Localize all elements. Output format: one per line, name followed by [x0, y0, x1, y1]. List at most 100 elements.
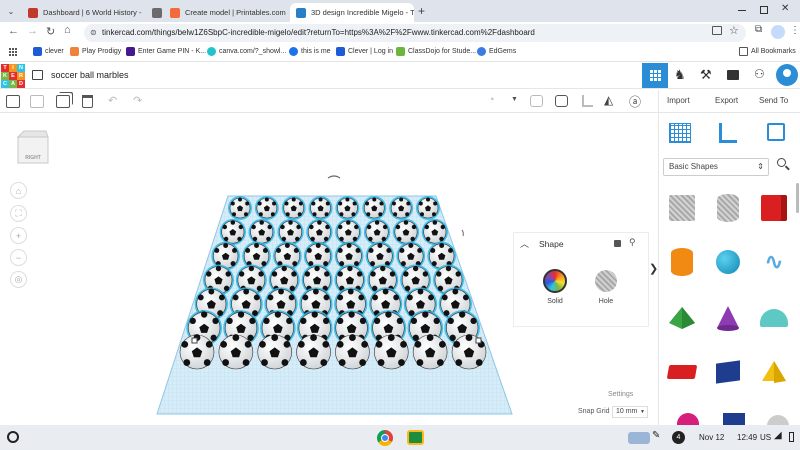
bookmark-play-prodigy[interactable]: Play Prodigy [70, 47, 121, 56]
bookmark-edgems[interactable]: EdGems [477, 47, 516, 56]
bookmark-star-icon[interactable]: ☆ [729, 24, 739, 37]
library-scrollbar[interactable] [796, 183, 799, 213]
bookmark-classdojo[interactable]: ClassDojo for Stude... [396, 47, 476, 56]
solid-color-button[interactable] [543, 269, 567, 293]
home-icon[interactable]: ⌂ [64, 24, 71, 36]
shape-round-roof[interactable] [755, 299, 793, 337]
sim-lab-icon[interactable]: ♞ [674, 67, 686, 83]
soccer-ball[interactable] [306, 218, 333, 246]
stylus-icon[interactable]: ✎ [652, 430, 660, 441]
soccer-ball[interactable] [335, 218, 362, 246]
shape-box[interactable] [755, 189, 793, 227]
battery-icon[interactable] [789, 432, 794, 442]
selection-handle[interactable] [475, 337, 482, 344]
collaborate-icon[interactable]: ⚇ [754, 67, 765, 81]
shape-partial-pink[interactable] [677, 413, 699, 425]
extensions-icon[interactable]: ⧉ [755, 24, 762, 35]
bookmark-this-is-me[interactable]: this is me [289, 47, 331, 56]
light-icon[interactable]: ⚲ [629, 237, 636, 248]
shape-cylinder[interactable] [663, 243, 701, 281]
shape-pyramid[interactable] [755, 353, 793, 391]
soccer-ball[interactable] [411, 333, 449, 371]
soccer-ball[interactable] [217, 333, 255, 371]
snap-grid-select[interactable]: 10 mm ▼ [612, 406, 648, 418]
date-display[interactable]: Nov 12 [699, 433, 724, 442]
paste-icon[interactable] [30, 95, 44, 108]
shape-roof[interactable] [663, 299, 701, 337]
shape-partial-navy[interactable] [723, 413, 745, 425]
soccer-ball[interactable] [335, 196, 360, 220]
soccer-ball[interactable] [450, 333, 488, 371]
url-field[interactable]: ⊜ tinkercad.com/things/belw1Z6SbpC-incre… [84, 24, 746, 42]
browser-tab-tinkercad[interactable]: 3D design Incredible Migelo - Ti ✕ [290, 3, 414, 22]
notes-tool-icon[interactable] [767, 123, 785, 141]
soccer-ball[interactable] [277, 218, 304, 246]
soccer-ball[interactable] [308, 196, 333, 220]
browser-tab-blank[interactable] [146, 3, 164, 22]
shape-category-select[interactable]: Basic Shapes ⇕ [663, 158, 769, 176]
soccer-ball[interactable] [372, 333, 410, 371]
all-bookmarks[interactable]: All Bookmarks [739, 47, 796, 56]
workplane-tool-icon[interactable] [669, 123, 691, 143]
notification-badge[interactable]: 4 [672, 431, 685, 444]
shape-scribble[interactable]: ∿ [755, 243, 793, 281]
group-icon[interactable] [530, 95, 543, 107]
back-icon[interactable]: ← [8, 25, 19, 37]
site-info-icon[interactable]: ⊜ [90, 24, 97, 42]
rotate-handle-icon[interactable] [327, 175, 341, 179]
settings-button[interactable]: Settings [608, 391, 633, 398]
light-bulb-icon[interactable]: ◔ [488, 94, 495, 106]
classroom-taskbar-icon[interactable] [407, 430, 424, 445]
shape-generator[interactable] [709, 353, 747, 391]
shape-cylinder-hole[interactable] [709, 189, 747, 227]
new-tab-button[interactable]: + [418, 4, 425, 18]
chrome-taskbar-icon[interactable] [377, 430, 393, 446]
profile-avatar[interactable] [771, 25, 785, 39]
soccer-ball[interactable] [256, 333, 294, 371]
soccer-ball[interactable] [392, 218, 420, 246]
install-app-icon[interactable] [712, 26, 722, 35]
shape-sphere[interactable] [709, 243, 747, 281]
undo-icon[interactable]: ↶ [108, 94, 117, 107]
soccer-ball[interactable] [248, 218, 275, 246]
selection-handle[interactable] [191, 337, 198, 344]
duplicate-icon[interactable] [56, 95, 70, 108]
soccer-ball[interactable] [254, 196, 279, 220]
shape-cone[interactable] [709, 299, 747, 337]
bookmark-canva[interactable]: canva.com/?_showl... [207, 47, 286, 56]
rotate-handle-icon[interactable] [461, 229, 464, 237]
lock-icon[interactable] [614, 240, 621, 247]
copy-icon[interactable] [6, 95, 20, 108]
collapse-chevron-icon[interactable]: ︿ [520, 237, 529, 250]
soccer-ball[interactable] [333, 333, 371, 371]
apps-grid-icon[interactable] [9, 48, 18, 57]
browser-tab-printables[interactable]: Create model | Printables.com ✕ [164, 3, 290, 22]
soccer-ball[interactable] [219, 218, 246, 246]
soccer-ball[interactable] [389, 196, 414, 220]
panel-collapse-chevron-icon[interactable]: ❯ [649, 262, 658, 275]
light-dropdown-icon[interactable]: ▼ [511, 96, 518, 103]
tab-search-icon[interactable]: ⌄ [5, 5, 17, 17]
search-icon[interactable] [777, 158, 791, 172]
blocks-icon[interactable]: ⚒ [700, 67, 712, 83]
maximize-icon[interactable] [760, 6, 768, 14]
shape-box-hole[interactable] [663, 189, 701, 227]
ungroup-icon[interactable] [555, 95, 568, 107]
browser-tab-dashboard[interactable]: Dashboard | 6 World History - ✕ [22, 3, 146, 22]
soccer-ball[interactable] [362, 196, 387, 220]
shape-text[interactable] [663, 353, 701, 391]
minimize-icon[interactable] [738, 10, 746, 11]
ruler-tool-icon[interactable] [719, 123, 737, 143]
design-title[interactable]: soccer ball marbles [51, 70, 129, 80]
soccer-ball[interactable] [295, 333, 333, 371]
workplane-viewport[interactable]: RIGHT ⌂ ⛶ + − ◎ ︿ Shape ⚲ Solid Hole ❯ S… [0, 113, 658, 425]
bookmark-kahoot[interactable]: Enter Game PIN - K... [126, 47, 206, 56]
soccer-ball[interactable] [421, 218, 449, 246]
bricks-icon[interactable] [727, 70, 739, 80]
export-button[interactable]: Export [715, 96, 738, 105]
mirror-icon[interactable]: ◭ [604, 93, 613, 107]
align-icon[interactable] [582, 95, 593, 107]
import-button[interactable]: Import [667, 96, 690, 105]
forward-icon[interactable]: → [27, 25, 38, 37]
soccer-ball[interactable] [228, 196, 252, 220]
